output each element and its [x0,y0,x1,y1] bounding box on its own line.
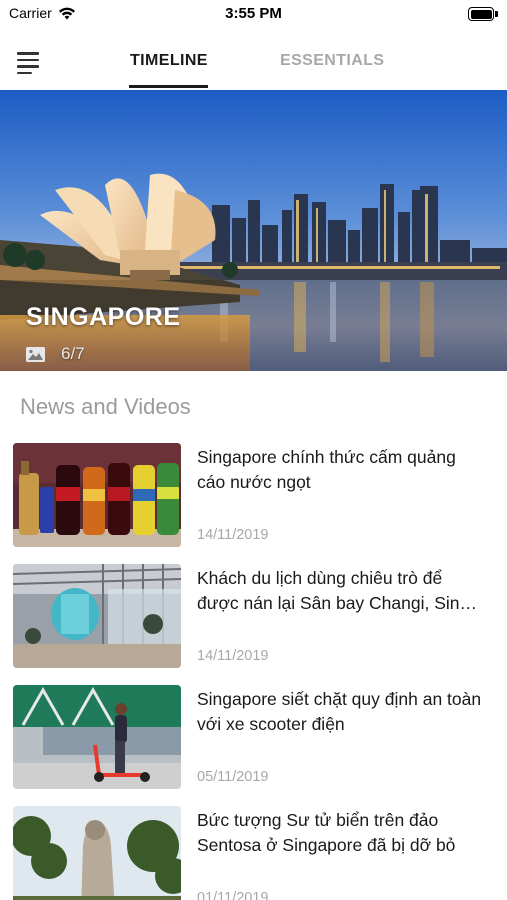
hero-photo-counter: 6/7 [26,344,85,364]
news-thumbnail [13,564,181,668]
status-time: 3:55 PM [225,5,282,22]
tab-timeline[interactable]: TIMELINE [130,52,208,70]
hero-banner[interactable]: SINGAPORE 6/7 [0,90,507,371]
news-date: 14/11/2019 [197,527,269,543]
status-bar: Carrier 3:55 PM [0,0,507,30]
news-item[interactable]: Singapore chính thức cấm quảng cáo nước … [0,443,507,548]
news-date: 01/11/2019 [197,890,269,900]
news-date: 14/11/2019 [197,648,269,664]
battery-icon [468,7,498,21]
tab-essentials[interactable]: ESSENTIALS [280,52,384,70]
image-icon [26,346,45,362]
news-item[interactable]: Singapore siết chặt quy định an toàn với… [0,685,507,790]
news-item[interactable]: Bức tượng Sư tử biển trên đảo Sentosa ở … [0,806,507,900]
photo-counter-text: 6/7 [61,344,85,363]
active-tab-indicator [129,85,208,88]
news-title: Bức tượng Sư tử biển trên đảo Sentosa ở … [197,810,456,855]
menu-icon[interactable] [17,52,41,74]
news-thumbnail [13,685,181,789]
news-date: 05/11/2019 [197,769,269,785]
news-title: Khách du lịch dùng chiêu trò để được nán… [197,568,478,613]
section-title: News and Videos [20,394,191,419]
news-item[interactable]: Khách du lịch dùng chiêu trò để được nán… [0,564,507,669]
news-thumbnail [13,443,181,547]
news-title: Singapore siết chặt quy định an toàn với… [197,689,482,734]
news-title: Singapore chính thức cấm quảng cáo nước … [197,447,456,492]
news-thumbnail [13,806,181,900]
top-navigation: TIMELINE ESSENTIALS [0,30,507,90]
hero-title: SINGAPORE [26,303,181,331]
